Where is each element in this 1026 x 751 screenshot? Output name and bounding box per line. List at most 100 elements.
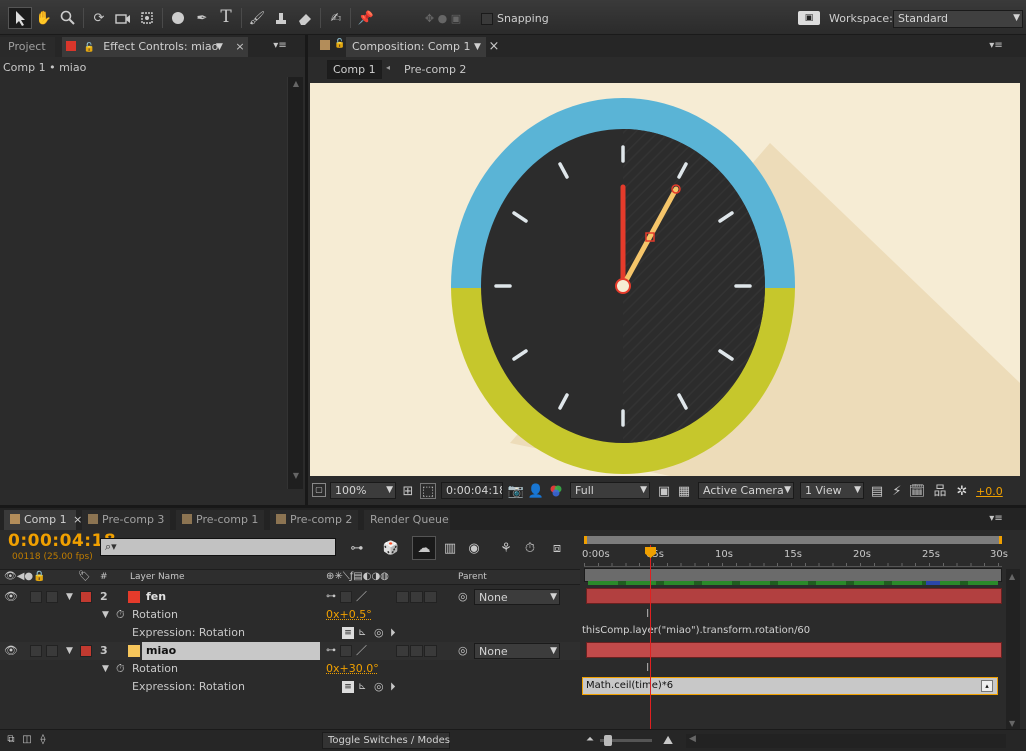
- property-row-rotation-miao[interactable]: ▼ ⏱ Rotation 0x+30.0°: [0, 660, 580, 678]
- expand-triangle-icon[interactable]: ▼: [66, 642, 73, 660]
- workspace-dropdown[interactable]: Standard ▼: [893, 10, 1023, 28]
- horizontal-scrollbar[interactable]: ◀: [686, 734, 1006, 748]
- brush-tool-icon[interactable]: 🖌: [247, 8, 267, 28]
- expand-triangle-icon[interactable]: ▼: [66, 588, 73, 606]
- panel-menu-icon[interactable]: ▾≡: [986, 513, 1006, 525]
- shy-switch-icon[interactable]: ⊶: [326, 642, 336, 660]
- expression-graph-icon[interactable]: ⊾: [358, 624, 366, 642]
- exposure-value[interactable]: +0.0: [976, 485, 1003, 498]
- fast-previews-icon[interactable]: ⚡: [890, 483, 904, 499]
- quality-switch-icon[interactable]: ／: [356, 588, 367, 606]
- switch-box[interactable]: [410, 591, 423, 603]
- expand-transfer-controls-icon[interactable]: ◫: [20, 733, 34, 747]
- mask-visibility-icon[interactable]: ⬚: [420, 483, 436, 499]
- pick-whip-icon[interactable]: ◎: [458, 588, 468, 606]
- pick-whip-icon[interactable]: ◎: [458, 642, 468, 660]
- work-area-bar[interactable]: [584, 536, 1002, 544]
- rotate-tool-icon[interactable]: ⟳: [89, 8, 109, 28]
- zoom-out-icon[interactable]: ⏶: [584, 734, 596, 746]
- scroll-down-icon[interactable]: ▼: [290, 471, 302, 481]
- tab-composition[interactable]: Composition: Comp 1 ▼: [346, 37, 486, 57]
- switch-box[interactable]: [340, 591, 352, 603]
- timecode-field[interactable]: 0:00:04:18: [441, 482, 503, 499]
- clone-stamp-tool-icon[interactable]: [271, 8, 291, 28]
- scroll-up-icon[interactable]: ▲: [290, 79, 302, 89]
- nav-precomp2[interactable]: Pre-comp 2: [404, 63, 466, 76]
- comp-viewer[interactable]: [310, 83, 1020, 476]
- tab-project[interactable]: Project: [0, 37, 55, 57]
- camera-tool-icon[interactable]: [113, 8, 133, 28]
- scroll-down-icon[interactable]: ▼: [1009, 719, 1015, 728]
- nav-comp1[interactable]: Comp 1: [327, 60, 382, 79]
- close-icon[interactable]: ×: [234, 40, 246, 52]
- parent-dropdown[interactable]: None ▼: [474, 589, 560, 605]
- expression-menu-icon[interactable]: ⏵: [390, 624, 396, 642]
- tab-precomp3[interactable]: Pre-comp 3: [82, 510, 170, 530]
- tab-comp1[interactable]: Comp 1 ×: [4, 510, 82, 530]
- pick-whip-icon[interactable]: ◎: [374, 678, 384, 696]
- layer-name[interactable]: miao: [146, 642, 176, 660]
- eye-icon[interactable]: 👁: [4, 642, 18, 660]
- panel-menu-icon[interactable]: ▾≡: [270, 40, 290, 52]
- shape-tool-icon[interactable]: [168, 8, 188, 28]
- expand-layer-switches-icon[interactable]: ⧉: [4, 733, 18, 747]
- auto-keyframe-icon[interactable]: ⏱: [520, 538, 540, 558]
- channel-icon[interactable]: [548, 483, 564, 499]
- pan-behind-tool-icon[interactable]: [137, 8, 157, 28]
- vertical-scrollbar[interactable]: ▲ ▼: [1006, 569, 1020, 731]
- expression-scroll-icon[interactable]: ▴: [981, 680, 993, 692]
- solo-box[interactable]: [30, 591, 42, 603]
- eye-icon[interactable]: 👁: [4, 588, 18, 606]
- brainstorm-icon[interactable]: ⚘: [496, 538, 516, 558]
- flowchart-icon[interactable]: 品: [932, 483, 948, 499]
- transparency-grid-icon[interactable]: ▦: [676, 483, 692, 499]
- selection-tool[interactable]: [8, 7, 32, 29]
- snapping-checkbox[interactable]: [481, 13, 493, 25]
- chevron-down-icon[interactable]: ▼: [474, 37, 481, 57]
- snapshot-camera-icon[interactable]: 📷: [508, 483, 524, 499]
- toggle-pixel-aspect-icon[interactable]: ▤: [870, 483, 884, 499]
- switch-box[interactable]: [424, 645, 437, 657]
- region-of-interest-icon[interactable]: ▣: [656, 483, 672, 499]
- show-snapshot-icon[interactable]: 👤: [528, 483, 544, 499]
- view-layout-dropdown[interactable]: 1 View ▼: [800, 482, 864, 499]
- graph-editor-icon[interactable]: ⧈: [546, 538, 568, 558]
- label-color-box[interactable]: [80, 591, 92, 603]
- expression-text-fen[interactable]: thisComp.layer("miao").transform.rotatio…: [582, 625, 810, 636]
- switch-box[interactable]: [410, 645, 423, 657]
- tab-precomp1[interactable]: Pre-comp 1: [176, 510, 264, 530]
- scroll-up-icon[interactable]: ▲: [1009, 572, 1015, 581]
- solo-box[interactable]: [30, 645, 42, 657]
- resolution-dropdown[interactable]: Full ▼: [570, 482, 650, 499]
- zoom-tool-icon[interactable]: [58, 8, 78, 28]
- camera-dropdown[interactable]: Active Camera ▼: [698, 482, 794, 499]
- close-icon[interactable]: ×: [73, 513, 82, 526]
- navigator-bar[interactable]: [584, 568, 1002, 582]
- column-layer-name[interactable]: Layer Name: [130, 572, 185, 582]
- motion-blur-icon[interactable]: ◉: [464, 538, 484, 558]
- tab-effect-controls[interactable]: 🔓 Effect Controls: miao ▼: [62, 37, 248, 57]
- comp-mini-flowchart-icon[interactable]: ⊶: [346, 539, 368, 557]
- playhead-line[interactable]: [650, 545, 651, 741]
- shy-layers-icon[interactable]: ☁: [412, 536, 436, 560]
- pen-tool-icon[interactable]: ✒: [192, 8, 212, 28]
- switch-box[interactable]: [396, 591, 409, 603]
- scroll-left-icon[interactable]: ◀: [689, 734, 696, 744]
- layer-name[interactable]: fen: [146, 588, 166, 606]
- lock-icon[interactable]: 🔓: [334, 39, 345, 49]
- switch-box[interactable]: [340, 645, 352, 657]
- frame-blending-icon[interactable]: ▥: [440, 538, 460, 558]
- lock-box[interactable]: [46, 591, 58, 603]
- stopwatch-icon[interactable]: ⏱: [116, 660, 125, 678]
- type-tool-icon[interactable]: T: [216, 6, 236, 28]
- zoom-slider[interactable]: [600, 735, 652, 746]
- property-row-rotation-fen[interactable]: ▼ ⏱ Rotation 0x+0.5°: [0, 606, 580, 624]
- property-value[interactable]: 0x+0.5°: [326, 606, 372, 624]
- parent-dropdown[interactable]: None ▼: [474, 643, 560, 659]
- switch-box[interactable]: [424, 591, 437, 603]
- expand-in-out-icon[interactable]: ⟠: [36, 733, 50, 747]
- close-icon[interactable]: ×: [488, 40, 500, 53]
- expand-triangle-icon[interactable]: ▼: [102, 660, 109, 678]
- hand-tool-icon[interactable]: ✋: [34, 8, 54, 28]
- layer-row-miao[interactable]: 👁 ▼ 3 miao ⊶ ／ ◎ None ▼: [0, 642, 580, 660]
